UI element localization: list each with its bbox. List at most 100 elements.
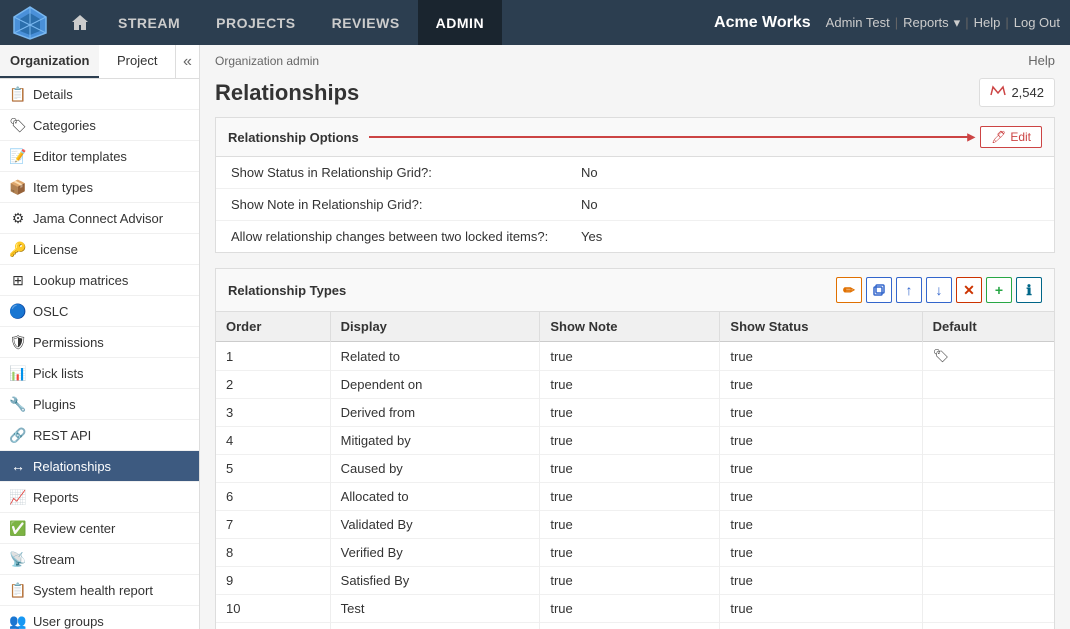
sidebar-item-lookup-matrices-label: Lookup matrices bbox=[33, 273, 128, 288]
table-row[interactable]: 2 Dependent on true true bbox=[216, 371, 1054, 399]
tool-copy[interactable] bbox=[866, 277, 892, 303]
editor-templates-icon: 📝 bbox=[10, 148, 26, 164]
sidebar-item-user-groups[interactable]: 👥 User groups bbox=[0, 606, 199, 629]
tool-move-down[interactable]: ↓ bbox=[926, 277, 952, 303]
col-show-status: Show Status bbox=[720, 312, 922, 342]
table-row[interactable]: 3 Derived from true true bbox=[216, 399, 1054, 427]
tool-info[interactable]: ℹ bbox=[1016, 277, 1042, 303]
user-link[interactable]: Admin Test bbox=[826, 15, 890, 30]
sidebar-tabs: Organization Project « bbox=[0, 45, 199, 79]
sidebar-item-categories[interactable]: 🏷 Categories bbox=[0, 110, 199, 141]
options-row-1: Show Note in Relationship Grid?: No bbox=[216, 189, 1054, 221]
options-label-1: Show Note in Relationship Grid?: bbox=[231, 197, 581, 212]
table-row[interactable]: 11 Test 2 true true bbox=[216, 623, 1054, 629]
cell-default-1 bbox=[922, 371, 1054, 399]
sidebar-item-rest-api[interactable]: 🔗 REST API bbox=[0, 420, 199, 451]
sidebar-item-editor-templates[interactable]: 📝 Editor templates bbox=[0, 141, 199, 172]
sidebar-item-relationships[interactable]: ↔ Relationships bbox=[0, 451, 199, 482]
cell-show-status-6: true bbox=[720, 511, 922, 539]
col-order: Order bbox=[216, 312, 330, 342]
relationship-options-title: Relationship Options bbox=[228, 130, 359, 145]
stream-icon: 📡 bbox=[10, 551, 26, 567]
tab-project[interactable]: Project bbox=[99, 45, 175, 78]
cell-default-10 bbox=[922, 623, 1054, 629]
cell-order-3: 4 bbox=[216, 427, 330, 455]
cell-show-note-1: true bbox=[540, 371, 720, 399]
table-row[interactable]: 6 Allocated to true true bbox=[216, 483, 1054, 511]
sidebar-item-plugins[interactable]: 🔧 Plugins bbox=[0, 389, 199, 420]
table-row[interactable]: 8 Verified By true true bbox=[216, 539, 1054, 567]
cell-show-note-4: true bbox=[540, 455, 720, 483]
reports-link[interactable]: Reports bbox=[903, 15, 949, 30]
sidebar-item-pick-lists[interactable]: 📊 Pick lists bbox=[0, 358, 199, 389]
sidebar-item-reports[interactable]: 📈 Reports bbox=[0, 482, 199, 513]
sidebar-item-details[interactable]: 📋 Details bbox=[0, 79, 199, 110]
breadcrumb: Organization admin bbox=[215, 54, 319, 68]
app-title: Acme Works bbox=[714, 14, 811, 32]
tool-move-up[interactable]: ↑ bbox=[896, 277, 922, 303]
sidebar-item-pick-lists-label: Pick lists bbox=[33, 366, 84, 381]
table-row[interactable]: 1 Related to true true 🏷 bbox=[216, 342, 1054, 371]
cell-display-5: Allocated to bbox=[330, 483, 540, 511]
sidebar-item-permissions[interactable]: 🛡 Permissions bbox=[0, 327, 199, 358]
jama-advisor-icon: ⚙ bbox=[10, 210, 26, 226]
relationship-types-section: Relationship Types ✏ ↑ ↓ ✕ + ℹ bbox=[215, 268, 1055, 629]
sidebar-item-item-types[interactable]: 📦 Item types bbox=[0, 172, 199, 203]
help-link-top[interactable]: Help bbox=[974, 15, 1001, 30]
cell-show-note-5: true bbox=[540, 483, 720, 511]
options-row-2: Allow relationship changes between two l… bbox=[216, 221, 1054, 252]
cell-show-note-9: true bbox=[540, 595, 720, 623]
cell-order-8: 9 bbox=[216, 567, 330, 595]
sidebar-collapse-button[interactable]: « bbox=[175, 45, 199, 78]
content-header: Organization admin Help bbox=[200, 45, 1070, 73]
relationship-types-header: Relationship Types ✏ ↑ ↓ ✕ + ℹ bbox=[216, 269, 1054, 312]
cell-show-note-3: true bbox=[540, 427, 720, 455]
arrow-line bbox=[369, 136, 970, 138]
content-title-row: Relationships 2,542 bbox=[200, 73, 1070, 117]
cell-order-6: 7 bbox=[216, 511, 330, 539]
cell-show-status-3: true bbox=[720, 427, 922, 455]
logo-icon[interactable] bbox=[10, 4, 50, 42]
sidebar-item-categories-label: Categories bbox=[33, 118, 96, 133]
nav-reviews[interactable]: REVIEWS bbox=[314, 0, 418, 45]
table-header-row: Order Display Show Note Show Status Defa… bbox=[216, 312, 1054, 342]
tool-edit[interactable]: ✏ bbox=[836, 277, 862, 303]
sidebar-item-oslc[interactable]: 🔵 OSLC bbox=[0, 296, 199, 327]
options-label-2: Allow relationship changes between two l… bbox=[231, 229, 581, 244]
cell-order-7: 8 bbox=[216, 539, 330, 567]
logout-link[interactable]: Log Out bbox=[1014, 15, 1060, 30]
reports-arrow: ▾ bbox=[954, 15, 961, 31]
sidebar-item-review-center[interactable]: ✅ Review center bbox=[0, 513, 199, 544]
tool-add[interactable]: + bbox=[986, 277, 1012, 303]
nav-stream[interactable]: STREAM bbox=[100, 0, 198, 45]
sidebar-item-system-health[interactable]: 📋 System health report bbox=[0, 575, 199, 606]
table-row[interactable]: 10 Test true true bbox=[216, 595, 1054, 623]
table-row[interactable]: 9 Satisfied By true true bbox=[216, 567, 1054, 595]
home-icon[interactable] bbox=[60, 0, 100, 45]
help-link-content[interactable]: Help bbox=[1028, 53, 1055, 68]
relationship-options-header: Relationship Options 🖊 Edit bbox=[216, 118, 1054, 157]
cell-display-8: Satisfied By bbox=[330, 567, 540, 595]
table-row[interactable]: 7 Validated By true true bbox=[216, 511, 1054, 539]
options-value-1: No bbox=[581, 197, 598, 212]
table-row[interactable]: 4 Mitigated by true true bbox=[216, 427, 1054, 455]
nav-admin[interactable]: ADMIN bbox=[418, 0, 502, 45]
cell-show-status-2: true bbox=[720, 399, 922, 427]
cell-order-4: 5 bbox=[216, 455, 330, 483]
tool-delete[interactable]: ✕ bbox=[956, 277, 982, 303]
sidebar-item-user-groups-label: User groups bbox=[33, 614, 104, 629]
edit-button[interactable]: 🖊 Edit bbox=[980, 126, 1042, 148]
cell-display-1: Dependent on bbox=[330, 371, 540, 399]
sidebar-item-stream[interactable]: 📡 Stream bbox=[0, 544, 199, 575]
options-table: Show Status in Relationship Grid?: No Sh… bbox=[216, 157, 1054, 252]
cell-display-9: Test bbox=[330, 595, 540, 623]
tab-organization[interactable]: Organization bbox=[0, 45, 99, 78]
sidebar-item-jama-advisor[interactable]: ⚙ Jama Connect Advisor bbox=[0, 203, 199, 234]
sidebar-item-license[interactable]: 🔑 License bbox=[0, 234, 199, 265]
nav-projects[interactable]: PROJECTS bbox=[198, 0, 313, 45]
col-show-note: Show Note bbox=[540, 312, 720, 342]
table-row[interactable]: 5 Caused by true true bbox=[216, 455, 1054, 483]
sidebar-item-lookup-matrices[interactable]: ⊞ Lookup matrices bbox=[0, 265, 199, 296]
cell-default-6 bbox=[922, 511, 1054, 539]
cell-display-3: Mitigated by bbox=[330, 427, 540, 455]
